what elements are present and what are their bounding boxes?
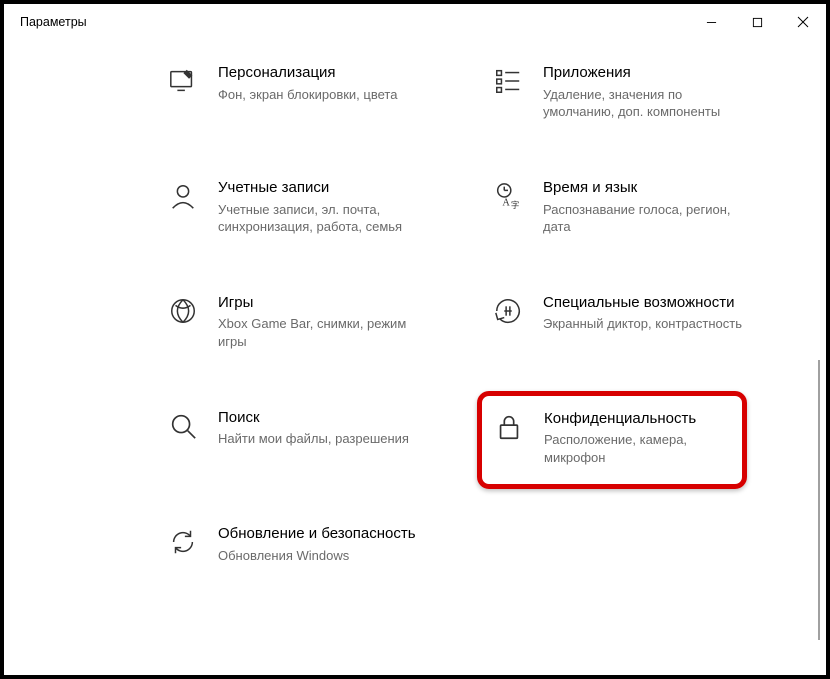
tile-ease-of-access[interactable]: Специальные возможности Экранный диктор,… <box>491 294 761 351</box>
tile-title: Приложения <box>543 64 743 83</box>
tile-privacy[interactable]: Конфиденциальность Расположение, камера,… <box>477 391 747 490</box>
content-area: Персонализация Фон, экран блокировки, цв… <box>4 40 826 675</box>
window-title: Параметры <box>20 15 87 29</box>
tile-title: Специальные возможности <box>543 294 742 313</box>
tile-apps[interactable]: Приложения Удаление, значения по умолчан… <box>491 64 761 121</box>
tile-desc: Удаление, значения по умолчанию, доп. ко… <box>543 86 743 121</box>
settings-window: Параметры <box>0 0 830 679</box>
tile-desc: Распознавание голоса, регион, дата <box>543 201 743 236</box>
window-controls <box>688 4 826 40</box>
tile-title: Время и язык <box>543 179 743 198</box>
tile-desc: Обновления Windows <box>218 547 416 565</box>
close-button[interactable] <box>780 4 826 40</box>
tile-search[interactable]: Поиск Найти мои файлы, разрешения <box>166 409 436 468</box>
svg-text:字: 字 <box>511 200 519 210</box>
apps-icon <box>491 64 525 98</box>
time-language-icon: A 字 <box>491 179 525 213</box>
tile-title: Обновление и безопасность <box>218 525 416 544</box>
tile-title: Поиск <box>218 409 409 428</box>
scrollbar[interactable] <box>818 360 820 640</box>
tile-accounts[interactable]: Учетные записи Учетные записи, эл. почта… <box>166 179 436 236</box>
tile-desc: Экранный диктор, контрастность <box>543 315 742 333</box>
gaming-icon <box>166 294 200 328</box>
tile-title: Игры <box>218 294 418 313</box>
svg-text:A: A <box>502 197 510 208</box>
tile-title: Персонализация <box>218 64 397 83</box>
tile-desc: Учетные записи, эл. почта, синхронизация… <box>218 201 418 236</box>
tile-time-language[interactable]: A 字 Время и язык Распознавание голоса, р… <box>491 179 761 236</box>
settings-grid: Персонализация Фон, экран блокировки, цв… <box>166 64 796 565</box>
update-icon <box>166 525 200 559</box>
tile-desc: Найти мои файлы, разрешения <box>218 430 409 448</box>
accounts-icon <box>166 179 200 213</box>
tile-desc: Фон, экран блокировки, цвета <box>218 86 397 104</box>
titlebar: Параметры <box>4 4 826 40</box>
ease-of-access-icon <box>491 294 525 328</box>
tile-title: Учетные записи <box>218 179 418 198</box>
minimize-button[interactable] <box>688 4 734 40</box>
tile-title: Конфиденциальность <box>544 410 714 429</box>
tile-update-security[interactable]: Обновление и безопасность Обновления Win… <box>166 525 436 564</box>
tile-desc: Расположение, камера, микрофон <box>544 431 714 466</box>
tile-gaming[interactable]: Игры Xbox Game Bar, снимки, режим игры <box>166 294 436 351</box>
tile-personalization[interactable]: Персонализация Фон, экран блокировки, цв… <box>166 64 436 121</box>
personalization-icon <box>166 64 200 98</box>
search-icon <box>166 409 200 443</box>
tile-desc: Xbox Game Bar, снимки, режим игры <box>218 315 418 350</box>
lock-icon <box>492 410 526 444</box>
maximize-button[interactable] <box>734 4 780 40</box>
